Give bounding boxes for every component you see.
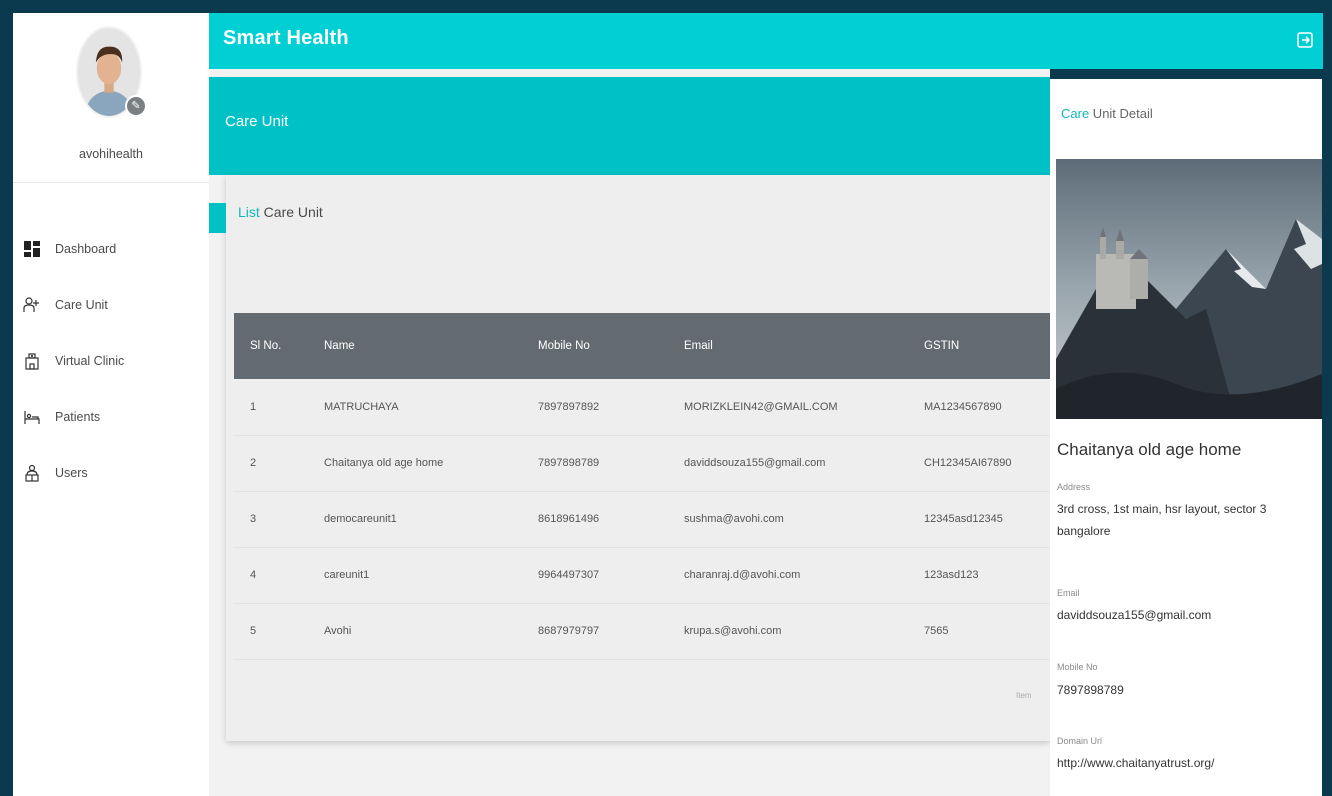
cell-sl-no: 3	[250, 513, 257, 525]
cell-email: daviddsouza155@gmail.com	[684, 457, 826, 469]
column-header-name[interactable]: Name	[324, 313, 538, 379]
page-title: Care Unit	[225, 113, 289, 130]
sidebar-item-label: Care Unit	[55, 298, 108, 312]
users-icon	[22, 463, 42, 483]
app-title: Smart Health	[223, 27, 349, 49]
page-banner: Care Unit	[209, 77, 1050, 175]
sidebar-nav: Dashboard Care Unit Virtual Clinic Patie…	[13, 221, 209, 501]
cell-gstin: CH12345AI67890	[924, 457, 1012, 469]
mobile-value: 7897898789	[1057, 683, 1124, 697]
detail-name: Chaitanya old age home	[1057, 440, 1242, 459]
username: avohihealth	[79, 147, 143, 161]
card-accent-bar	[209, 203, 226, 233]
top-bar: Smart Health	[209, 13, 1323, 69]
email-value: daviddsouza155@gmail.com	[1057, 608, 1212, 622]
edit-avatar-icon[interactable]: ✎	[125, 95, 147, 117]
cell-name: MATRUCHAYA	[324, 400, 399, 413]
cell-name: Chaitanya old age home	[324, 457, 444, 469]
column-header-sl-no[interactable]: Sl No.	[234, 313, 324, 379]
care-unit-icon	[22, 295, 42, 315]
mobile-label: Mobile No	[1057, 662, 1098, 672]
sidebar-item-label: Users	[55, 466, 88, 480]
sidebar-item-label: Dashboard	[55, 242, 117, 256]
cell-sl-no: 5	[250, 625, 257, 637]
card-title-accent: List	[238, 204, 260, 220]
domain-value[interactable]: http://www.chaitanyatrust.org/	[1057, 752, 1317, 774]
card-title: List Care Unit	[238, 204, 323, 220]
cell-sl-no: 2	[250, 457, 257, 469]
detail-title-accent: Care	[1061, 106, 1090, 121]
sidebar-item-label: Virtual Clinic	[55, 354, 125, 368]
cell-gstin: MA1234567890	[924, 400, 1002, 413]
care-unit-detail-panel: Care Unit Detail Chaitanya old age home …	[1050, 79, 1322, 796]
cell-sl-no: 4	[250, 569, 257, 581]
address-value: 3rd cross, 1st main, hsr layout, sector …	[1057, 502, 1267, 538]
clinic-icon	[22, 351, 42, 371]
cell-mobile: 9964497307	[538, 569, 600, 581]
sidebar-item-virtual-clinic[interactable]: Virtual Clinic	[13, 333, 209, 389]
detail-title-rest: Unit Detail	[1089, 106, 1153, 121]
sidebar-item-dashboard[interactable]: Dashboard	[13, 221, 209, 277]
cell-gstin: 12345asd12345	[924, 513, 1003, 525]
profile-section: ✎ avohihealth	[13, 13, 209, 183]
cell-email: sushma@avohi.com	[684, 513, 784, 525]
care-unit-photo	[1056, 159, 1322, 419]
cell-mobile: 8618961496	[538, 513, 600, 525]
sidebar-item-care-unit[interactable]: Care Unit	[13, 277, 209, 333]
sidebar-item-patients[interactable]: Patients	[13, 389, 209, 445]
column-header-mobile[interactable]: Mobile No	[538, 313, 684, 379]
table-row[interactable]: 4 careunit1 9964497307 charanraj.d@avohi…	[234, 547, 1050, 603]
table-row[interactable]: 3 democareunit1 8618961496 sushma@avohi.…	[234, 491, 1050, 547]
cell-mobile: 7897898789	[538, 457, 600, 469]
domain-label: Domain Url	[1057, 736, 1103, 746]
cell-gstin: 123asd123	[924, 569, 979, 581]
cell-sl-no: 1	[250, 400, 257, 413]
address-label: Address	[1057, 482, 1091, 492]
sidebar-item-users[interactable]: Users	[13, 445, 209, 501]
detail-title: Care Unit Detail	[1061, 106, 1153, 121]
cell-email: krupa.s@avohi.com	[684, 625, 782, 637]
cell-name: Avohi	[324, 625, 352, 637]
main-content: Care Unit List Care Unit Sl No. Name Mob…	[209, 69, 1050, 796]
cell-name: careunit1	[324, 569, 370, 581]
dashboard-icon	[22, 239, 42, 259]
table-row[interactable]: 1 MATRUCHAYA 7897897892 MORIZKLEIN42@GMA…	[234, 379, 1050, 435]
patients-icon	[22, 407, 42, 427]
care-unit-table: Sl No. Name Mobile No Email GSTIN 1 MATR…	[234, 313, 1050, 660]
sidebar-item-label: Patients	[55, 410, 101, 424]
pagination-items-label: Item	[1016, 691, 1032, 700]
email-label: Email	[1057, 588, 1080, 598]
sidebar: ✎ avohihealth Dashboard Care Unit Virtua…	[13, 13, 209, 796]
cell-email: charanraj.d@avohi.com	[684, 569, 801, 581]
column-header-gstin[interactable]: GSTIN	[924, 313, 1050, 379]
cell-gstin: 7565	[924, 625, 949, 637]
column-header-email[interactable]: Email	[684, 313, 924, 379]
table-header-row: Sl No. Name Mobile No Email GSTIN	[234, 313, 1050, 379]
cell-name: democareunit1	[324, 513, 397, 525]
cell-mobile: 8687979797	[538, 625, 600, 637]
logout-icon[interactable]	[1295, 30, 1315, 50]
card-title-rest: Care Unit	[259, 204, 323, 220]
table-row[interactable]: 5 Avohi 8687979797 krupa.s@avohi.com 756…	[234, 603, 1050, 659]
cell-mobile: 7897897892	[538, 400, 600, 413]
table-row[interactable]: 2 Chaitanya old age home 7897898789 davi…	[234, 435, 1050, 491]
care-unit-list-card: List Care Unit Sl No. Name Mobile No Ema…	[209, 175, 1050, 741]
cell-email: MORIZKLEIN42@GMAIL.COM	[684, 400, 838, 413]
